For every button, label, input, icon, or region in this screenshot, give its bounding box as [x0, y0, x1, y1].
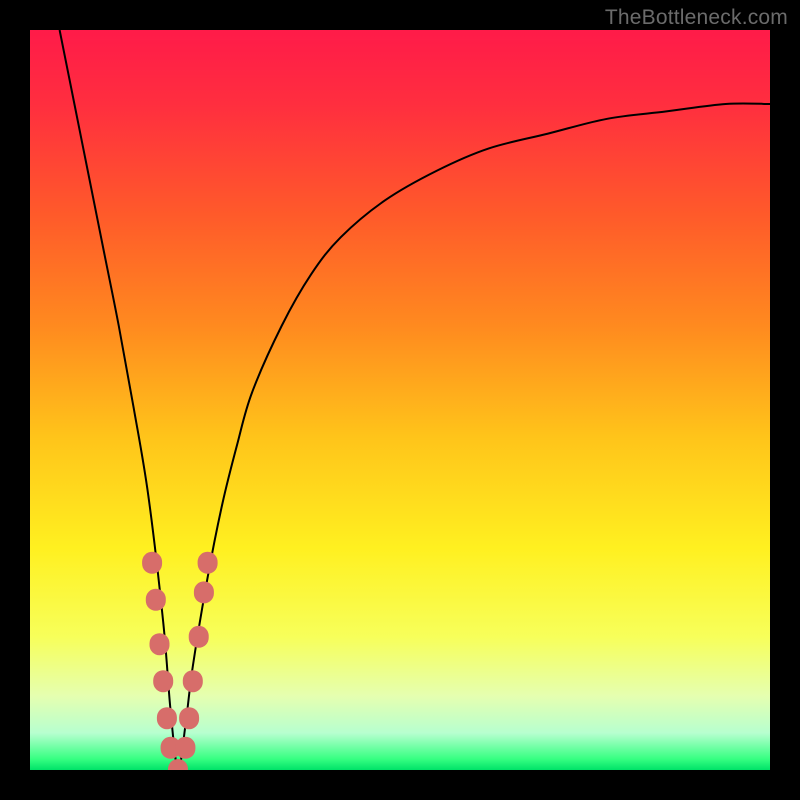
marker-group: [142, 552, 218, 770]
data-marker: [175, 737, 195, 759]
bottleneck-curve: [60, 30, 770, 770]
chart-frame: TheBottleneck.com: [0, 0, 800, 800]
watermark-text: TheBottleneck.com: [605, 6, 788, 30]
data-marker: [146, 589, 166, 611]
data-marker: [157, 707, 177, 729]
data-marker: [153, 670, 173, 692]
data-marker: [142, 552, 162, 574]
data-marker: [179, 707, 199, 729]
data-marker: [150, 633, 170, 655]
data-marker: [189, 626, 209, 648]
data-marker: [198, 552, 218, 574]
plot-area: [30, 30, 770, 770]
data-marker: [183, 670, 203, 692]
data-marker: [194, 581, 214, 603]
curve-layer: [30, 30, 770, 770]
data-marker: [168, 759, 188, 770]
